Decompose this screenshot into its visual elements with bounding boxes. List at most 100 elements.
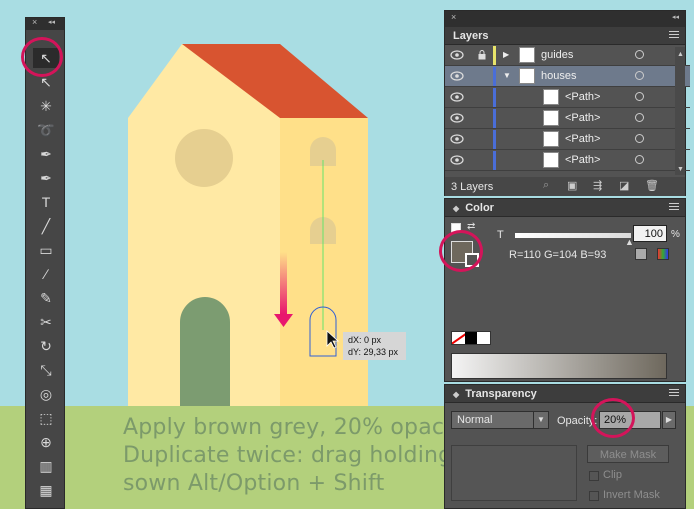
- graph-tool[interactable]: ▥: [33, 456, 59, 476]
- gamut-icon[interactable]: [635, 248, 647, 260]
- house-door[interactable]: [180, 297, 230, 406]
- color-panel-tab[interactable]: ◆ Color: [445, 199, 685, 217]
- invert-mask-checkbox[interactable]: [589, 491, 599, 501]
- warp-tool[interactable]: ◎: [33, 384, 59, 404]
- none-swatch[interactable]: [452, 332, 465, 344]
- collapse-icon[interactable]: ◂◂: [48, 18, 55, 26]
- new-sublayer-icon[interactable]: ⇶: [593, 179, 602, 192]
- color-panel[interactable]: ◆ Color ⇄ T ▲ 100 % R=110 G=104 B=93: [444, 198, 686, 382]
- transparency-panel[interactable]: ◆ Transparency Normal ▼ Opacity: 20% ▶ M…: [444, 384, 686, 509]
- layer-color-bar: [493, 151, 496, 170]
- transparency-panel-tab[interactable]: ◆ Transparency: [445, 385, 685, 403]
- instruction-caption: Apply brown grey, 20% opacity Duplicate …: [123, 414, 473, 498]
- move-tooltip: dX: 0 px dY: 29,33 px: [343, 332, 406, 360]
- close-icon[interactable]: ×: [32, 17, 37, 27]
- expand-down-icon[interactable]: ▼: [503, 71, 511, 80]
- down-arrow-shaft: [280, 252, 287, 314]
- mesh-tool[interactable]: ▦: [33, 480, 59, 500]
- black-swatch[interactable]: [464, 332, 478, 344]
- expand-icon[interactable]: ◆: [453, 204, 459, 213]
- expand-right-icon[interactable]: ▶: [503, 50, 509, 59]
- target-circle-icon[interactable]: [635, 134, 644, 143]
- curvature-tool[interactable]: ✒: [33, 168, 59, 188]
- scroll-down-icon[interactable]: ▼: [677, 166, 684, 173]
- new-layer-icon[interactable]: ◪: [619, 179, 629, 192]
- shape-builder-tool[interactable]: ⊕: [33, 432, 59, 452]
- web-safe-icon[interactable]: [657, 248, 669, 260]
- caption-line-2: Duplicate twice: drag holding: [123, 443, 453, 468]
- layer-color-bar: [493, 67, 496, 86]
- rotate-tool[interactable]: ↻: [33, 336, 59, 356]
- lock-icon[interactable]: [478, 50, 486, 60]
- color-spectrum[interactable]: [451, 353, 667, 379]
- opacity-slider-toggle[interactable]: ▶: [662, 411, 676, 429]
- layers-panel-tab[interactable]: Layers: [445, 27, 685, 45]
- scissors-tool[interactable]: ✂: [33, 312, 59, 332]
- layer-thumbnail: [519, 68, 535, 84]
- panel-menu-icon[interactable]: [669, 389, 679, 398]
- white-swatch[interactable]: [477, 332, 491, 344]
- close-icon[interactable]: ×: [451, 12, 456, 22]
- layers-panel-topbar[interactable]: × ◂◂: [445, 11, 685, 27]
- make-mask-button[interactable]: Make Mask: [587, 445, 669, 463]
- visibility-eye-icon[interactable]: [450, 92, 464, 102]
- tint-value-field[interactable]: 100: [633, 225, 667, 242]
- clipping-mask-icon[interactable]: ▣: [567, 179, 577, 192]
- layer-name[interactable]: houses: [541, 70, 576, 82]
- pen-tool[interactable]: ✒: [33, 144, 59, 164]
- rectangle-tool[interactable]: ▭: [33, 240, 59, 260]
- chevron-down-icon[interactable]: ▼: [533, 412, 548, 428]
- type-tool[interactable]: T: [33, 192, 59, 212]
- layer-name[interactable]: <Path>: [565, 112, 600, 124]
- target-circle-icon[interactable]: [635, 92, 644, 101]
- delete-layer-icon[interactable]: 🗑: [645, 179, 659, 192]
- panel-menu-icon[interactable]: [669, 203, 679, 212]
- layer-row[interactable]: <Path>: [445, 150, 690, 171]
- blend-mode-select[interactable]: Normal ▼: [451, 411, 549, 429]
- transparency-panel-title: Transparency: [465, 388, 537, 400]
- scale-tool[interactable]: ⤡: [33, 360, 59, 380]
- panel-menu-icon[interactable]: [669, 31, 679, 40]
- layer-name[interactable]: <Path>: [565, 133, 600, 145]
- blend-mode-value: Normal: [457, 414, 493, 426]
- layer-name[interactable]: <Path>: [565, 154, 600, 166]
- pencil-tool[interactable]: ✎: [33, 288, 59, 308]
- layer-name[interactable]: <Path>: [565, 91, 600, 103]
- quick-swatches[interactable]: [451, 331, 491, 345]
- layer-row[interactable]: <Path>: [445, 129, 690, 150]
- round-window[interactable]: [175, 129, 233, 187]
- brush-tool[interactable]: ∕: [33, 264, 59, 284]
- target-circle-icon[interactable]: [635, 71, 644, 80]
- layers-panel[interactable]: × ◂◂ Layers ▶ guides ▼ houses <Path> <Path> <P…: [444, 10, 690, 196]
- invert-mask-label: Invert Mask: [603, 489, 660, 501]
- target-circle-icon[interactable]: [635, 113, 644, 122]
- tint-slider[interactable]: [515, 233, 631, 238]
- layer-thumbnail: [543, 89, 559, 105]
- visibility-eye-icon[interactable]: [450, 113, 464, 123]
- visibility-eye-icon[interactable]: [450, 155, 464, 165]
- free-transform-tool[interactable]: ⬚: [33, 408, 59, 428]
- expand-icon[interactable]: ◆: [453, 390, 459, 399]
- visibility-eye-icon[interactable]: [450, 134, 464, 144]
- magic-wand-tool[interactable]: ✳: [33, 96, 59, 116]
- tools-panel-header[interactable]: × ◂◂: [26, 17, 64, 30]
- target-circle-icon[interactable]: [635, 50, 644, 59]
- layer-list[interactable]: ▶ guides ▼ houses <Path> <Path> <Path> <Path>: [445, 45, 690, 171]
- layer-row[interactable]: ▼ houses: [445, 66, 690, 87]
- mask-thumbnail-area: [451, 445, 577, 501]
- tools-panel[interactable]: × ◂◂ ↖ ↖ ✳ ➰ ✒ ✒ T ╱ ▭ ∕ ✎ ✂ ↻ ⤡ ◎ ⬚ ⊕ ▥ ▦: [25, 17, 65, 509]
- layer-row[interactable]: ▶ guides: [445, 45, 690, 66]
- lasso-tool[interactable]: ➰: [33, 120, 59, 140]
- layer-row[interactable]: <Path>: [445, 87, 690, 108]
- collapse-icon[interactable]: ◂◂: [672, 13, 679, 21]
- line-tool[interactable]: ╱: [33, 216, 59, 236]
- visibility-eye-icon[interactable]: [450, 71, 464, 81]
- locate-object-icon[interactable]: ⌕: [543, 179, 549, 192]
- visibility-eye-icon[interactable]: [450, 50, 464, 60]
- scroll-up-icon[interactable]: ▲: [677, 51, 684, 58]
- clip-checkbox[interactable]: [589, 471, 599, 481]
- target-circle-icon[interactable]: [635, 155, 644, 164]
- layer-row[interactable]: <Path>: [445, 108, 690, 129]
- layer-name[interactable]: guides: [541, 49, 573, 61]
- layers-scrollbar[interactable]: ▲ ▼: [675, 47, 685, 175]
